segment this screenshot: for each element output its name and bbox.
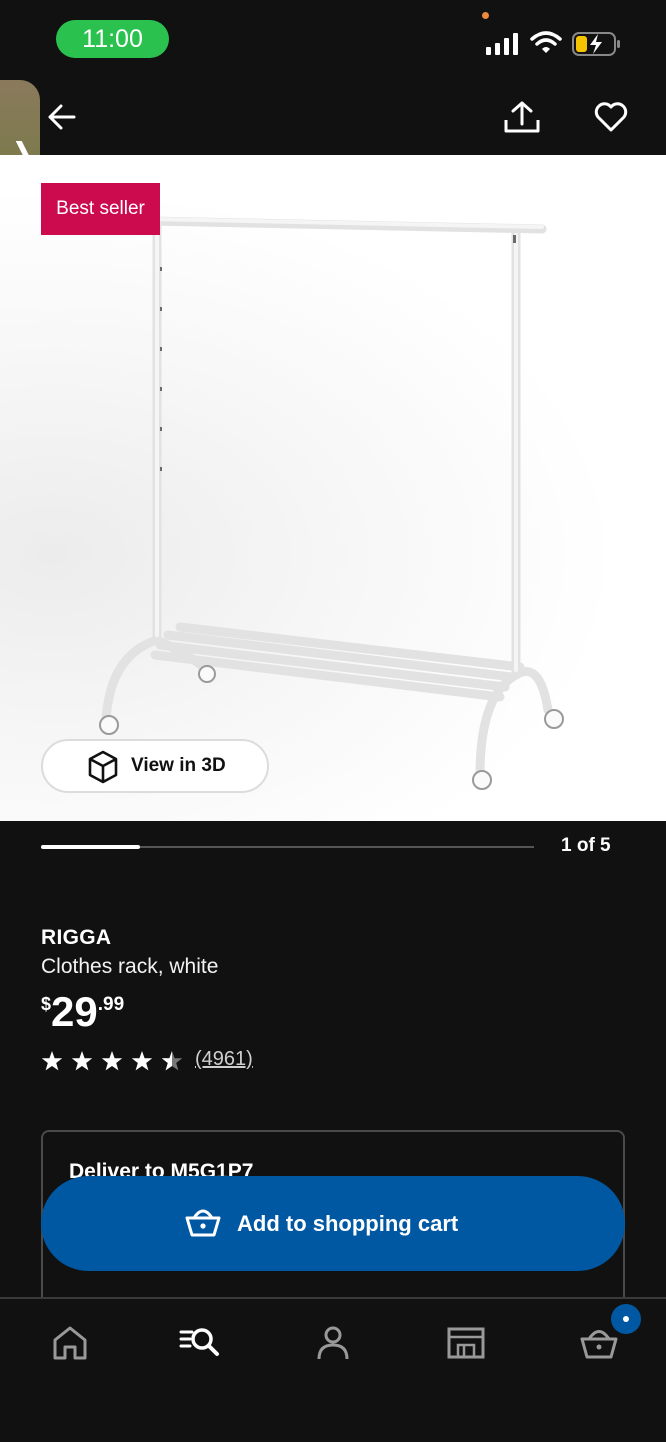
home-icon[interactable] bbox=[48, 1321, 92, 1365]
price-whole: 29 bbox=[51, 988, 98, 1035]
shopping-basket-icon bbox=[185, 1209, 221, 1237]
view-in-3d-label: View in 3D bbox=[131, 755, 226, 776]
account-icon[interactable] bbox=[311, 1321, 355, 1365]
review-count-link[interactable]: (4961) bbox=[195, 1048, 253, 1071]
price-decimal: .99 bbox=[97, 994, 125, 1015]
product-image[interactable] bbox=[0, 155, 666, 821]
clothes-rack-illustration bbox=[99, 216, 564, 790]
battery-icon bbox=[572, 32, 620, 56]
search-icon[interactable] bbox=[178, 1321, 222, 1365]
share-button[interactable] bbox=[503, 100, 541, 134]
gallery-progress-fill bbox=[41, 845, 140, 849]
price-currency: $ bbox=[41, 994, 52, 1014]
gallery-position: 1 of 5 bbox=[561, 835, 611, 856]
cart-badge bbox=[611, 1304, 641, 1334]
product-price: $29.99 bbox=[41, 988, 124, 1036]
product-description: Clothes rack, white bbox=[41, 955, 219, 978]
view-in-3d-button[interactable]: View in 3D bbox=[41, 739, 269, 793]
store-icon[interactable] bbox=[444, 1321, 488, 1365]
cube-icon bbox=[88, 750, 118, 784]
bottom-navigation bbox=[0, 1297, 666, 1442]
add-to-cart-button[interactable]: Add to shopping cart bbox=[41, 1176, 625, 1271]
back-button[interactable] bbox=[46, 101, 78, 133]
favorite-button[interactable] bbox=[594, 102, 628, 132]
product-name: RIGGA bbox=[41, 926, 112, 949]
best-seller-badge: Best seller bbox=[41, 183, 160, 235]
status-time: 11:00 bbox=[56, 20, 169, 58]
rating-stars bbox=[41, 1051, 183, 1071]
privacy-indicator bbox=[482, 12, 489, 19]
add-to-cart-label: Add to shopping cart bbox=[237, 1211, 459, 1236]
wifi-icon bbox=[530, 31, 562, 53]
signal-icon bbox=[486, 33, 518, 55]
